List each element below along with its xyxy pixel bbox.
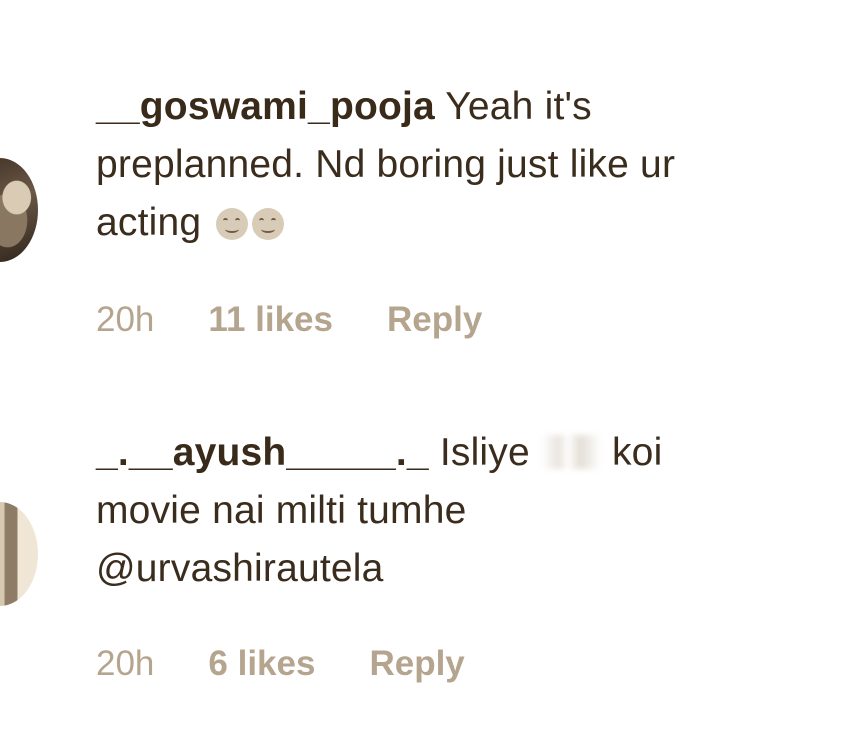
comment-line: __goswami_pooja Yeah it's — [96, 78, 796, 136]
comment-line: @urvashirautela — [96, 540, 796, 598]
comment-meta: 20h 11 likes Reply — [96, 300, 482, 340]
comment-text: __goswami_pooja Yeah it's preplanned. Nd… — [96, 78, 796, 252]
comment-body: acting — [96, 201, 213, 244]
comment-text: _.__ayush_____._ Isliye koi movie nai mi… — [96, 424, 796, 598]
comment-line: preplanned. Nd boring just like ur — [96, 143, 676, 186]
smirk-face-icon — [252, 208, 285, 240]
comment-line: _.__ayush_____._ Isliye koi — [96, 424, 796, 482]
mention-link[interactable]: @urvashirautela — [96, 547, 384, 590]
avatar[interactable] — [0, 158, 38, 262]
smirk-face-icon — [216, 208, 249, 240]
comment-timestamp[interactable]: 20h — [96, 644, 154, 684]
comment-likes[interactable]: 6 likes — [208, 644, 315, 684]
comment-timestamp[interactable]: 20h — [96, 300, 154, 340]
comment-meta: 20h 6 likes Reply — [96, 644, 465, 684]
comment-body: Isliye — [428, 431, 541, 474]
comment-likes[interactable]: 11 likes — [208, 300, 333, 340]
comment-line: acting — [96, 194, 796, 252]
avatar[interactable] — [0, 502, 38, 606]
reply-button[interactable]: Reply — [369, 644, 464, 684]
comment-body: koi — [600, 431, 663, 474]
reply-button[interactable]: Reply — [387, 300, 482, 340]
comment-username[interactable]: __goswami_pooja — [96, 85, 435, 128]
comment-body: Yeah it's — [434, 85, 592, 128]
comment-username[interactable]: _.__ayush_____._ — [96, 431, 429, 474]
comment-line: movie nai milti tumhe — [96, 489, 467, 532]
redacted-emoji — [540, 435, 601, 469]
